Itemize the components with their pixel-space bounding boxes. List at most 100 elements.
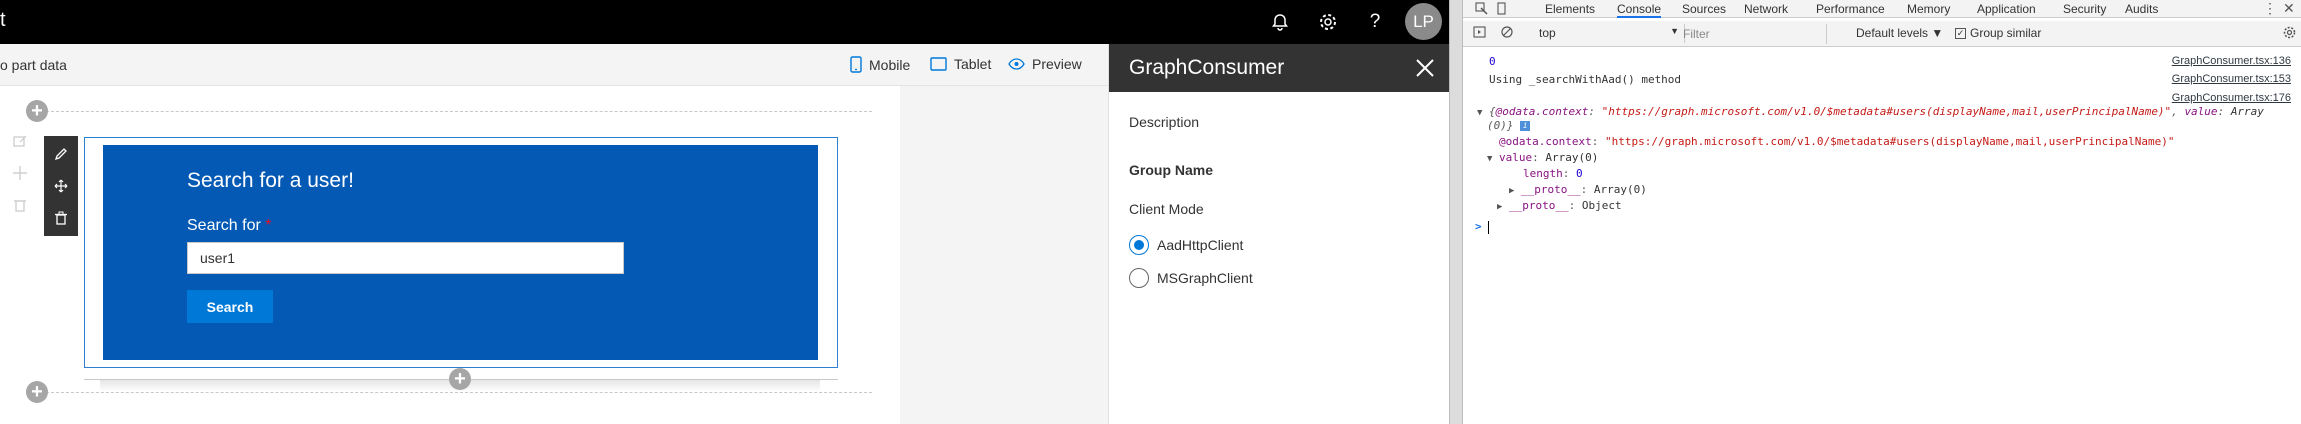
tab-audits[interactable]: Audits <box>2125 2 2158 16</box>
levels-dropdown[interactable]: Default levels ▼ <box>1856 26 1943 40</box>
console-property[interactable]: ▶ __proto__: Array(0) <box>1509 183 2301 196</box>
suite-bar: t ? LP <box>0 0 1449 44</box>
mobile-icon <box>850 56 862 73</box>
tablet-label: Tablet <box>954 56 992 72</box>
collapse-triangle-icon[interactable]: ▶ <box>1509 186 1514 196</box>
delete-webpart-button[interactable] <box>44 203 78 233</box>
group-similar-label: Group similar <box>1970 26 2042 40</box>
edit-webpart-button[interactable] <box>44 139 78 169</box>
console-text: Using _searchWithAad() method <box>1489 73 1682 86</box>
radio-aadhttpclient-label: AadHttpClient <box>1157 237 1244 253</box>
radio-aadhttpclient[interactable]: AadHttpClient <box>1129 235 1243 255</box>
command-bar: o part data Mobile Tablet Preview <box>0 44 1108 86</box>
tab-application[interactable]: Application <box>1977 2 2036 16</box>
clear-console-icon[interactable] <box>1501 26 1513 41</box>
description-label: Description <box>1129 114 1200 130</box>
devtools-panel: Elements Console Sources Network Perform… <box>1463 0 2301 424</box>
move-icon <box>54 179 68 193</box>
console-settings-icon[interactable] <box>2283 26 2296 42</box>
tab-elements[interactable]: Elements <box>1545 2 1595 16</box>
tab-network[interactable]: Network <box>1744 2 1788 16</box>
search-label: Search for * <box>187 217 272 234</box>
trash-icon <box>55 211 67 225</box>
console-prompt[interactable]: > <box>1475 220 2301 234</box>
client-mode-label: Client Mode <box>1129 201 1204 217</box>
console-output: 0 GraphConsumer.tsx:136 Using _searchWit… <box>1463 50 2301 424</box>
radio-unselected-icon <box>1129 268 1149 288</box>
source-link[interactable]: GraphConsumer.tsx:153 <box>2172 73 2291 85</box>
search-input[interactable]: user1 <box>187 242 624 274</box>
group-name-label: Group Name <box>1129 162 1214 178</box>
pencil-icon <box>54 148 67 161</box>
close-devtools-icon[interactable]: ✕ <box>2283 0 2295 17</box>
help-icon[interactable]: ? <box>1363 10 1387 34</box>
text-caret <box>1487 220 1489 234</box>
webpart-toolbar <box>44 136 78 236</box>
prompt-icon: > <box>1475 220 1482 233</box>
section-move-icon[interactable] <box>12 165 28 181</box>
required-mark: * <box>265 217 272 234</box>
add-section-bottom-icon[interactable]: + <box>26 381 48 403</box>
console-object-summary[interactable]: ▼ {@odata.context: "https://graph.micros… <box>1477 105 2301 118</box>
add-webpart-icon[interactable]: + <box>449 368 471 390</box>
console-number: 0 <box>1489 55 1496 68</box>
collapse-triangle-icon[interactable]: ▶ <box>1497 202 1502 212</box>
move-webpart-button[interactable] <box>44 171 78 201</box>
app-title: t <box>0 9 6 31</box>
console-object-summary-cont: (0)} i <box>1487 119 2301 132</box>
radio-selected-icon <box>1129 235 1149 255</box>
search-button[interactable]: Search <box>187 290 273 323</box>
console-property[interactable]: ▼ value: Array(0) <box>1487 151 2301 164</box>
property-pane-header: GraphConsumer <box>1109 44 1449 92</box>
webpart-body: Search for a user! Search for * user1 Se… <box>103 145 818 360</box>
section-delete-icon[interactable] <box>12 197 28 213</box>
tablet-icon <box>930 57 947 71</box>
canvas-area: + Search for a user! Search for * user1 … <box>0 86 1108 424</box>
expand-triangle-icon[interactable]: ▼ <box>1487 154 1492 164</box>
section-divider-bottom <box>36 392 872 393</box>
source-link[interactable]: GraphConsumer.tsx:136 <box>2172 55 2291 67</box>
filter-input[interactable]: Filter <box>1677 24 1827 44</box>
section-divider-top <box>36 111 872 112</box>
tab-console[interactable]: Console <box>1617 2 1662 18</box>
more-menu-icon[interactable]: ⋮ <box>2263 0 2277 17</box>
tab-memory[interactable]: Memory <box>1907 2 1950 16</box>
console-property[interactable]: ▶ __proto__: Object <box>1497 199 2301 212</box>
tab-sources[interactable]: Sources <box>1682 2 1726 16</box>
context-value: top <box>1539 26 1556 40</box>
preview-label: Preview <box>1032 56 1082 72</box>
sidebar-toggle-icon[interactable] <box>1473 26 1486 41</box>
tab-performance[interactable]: Performance <box>1816 2 1885 16</box>
close-icon[interactable] <box>1414 57 1436 79</box>
devtools-tabbar: Elements Console Sources Network Perform… <box>1463 0 2301 18</box>
tablet-button[interactable]: Tablet <box>930 56 991 72</box>
add-section-top-icon[interactable]: + <box>26 100 48 122</box>
command-bar-text: o part data <box>0 57 67 73</box>
expand-triangle-icon[interactable]: ▼ <box>1477 108 1482 118</box>
info-icon[interactable]: i <box>1520 121 1531 131</box>
context-select[interactable]: top ▼ <box>1535 24 1685 43</box>
inspect-icon[interactable] <box>1475 2 1489 16</box>
avatar[interactable]: LP <box>1405 3 1442 40</box>
workbench: t ? LP o part data Mobile Tablet Preview… <box>0 0 1449 424</box>
canvas-page: + Search for a user! Search for * user1 … <box>0 86 900 424</box>
console-filterbar: top ▼ Filter Default levels ▼ ✓ Group si… <box>1463 21 2301 47</box>
source-link[interactable]: GraphConsumer.tsx:176 <box>2172 92 2291 104</box>
eye-icon <box>1008 58 1025 70</box>
bell-icon[interactable] <box>1268 10 1292 34</box>
tab-security[interactable]: Security <box>2063 2 2106 16</box>
devtools-splitter[interactable] <box>1449 0 1463 424</box>
gear-icon[interactable] <box>1316 10 1340 34</box>
checkbox-checked-icon: ✓ <box>1955 27 1966 39</box>
radio-msgraphclient[interactable]: MSGraphClient <box>1129 268 1253 288</box>
console-property: length: 0 <box>1523 167 1583 180</box>
radio-msgraphclient-label: MSGraphClient <box>1157 270 1253 286</box>
mobile-label: Mobile <box>869 56 911 73</box>
group-similar-checkbox[interactable]: ✓ Group similar <box>1955 26 2041 40</box>
mobile-button[interactable]: Mobile <box>850 56 910 73</box>
console-property: @odata.context: "https://graph.microsoft… <box>1499 135 2175 148</box>
property-pane-title: GraphConsumer <box>1129 56 1285 79</box>
device-toolbar-icon[interactable] <box>1495 2 1509 16</box>
preview-button[interactable]: Preview <box>1008 56 1082 72</box>
section-edit-icon[interactable] <box>12 133 28 149</box>
